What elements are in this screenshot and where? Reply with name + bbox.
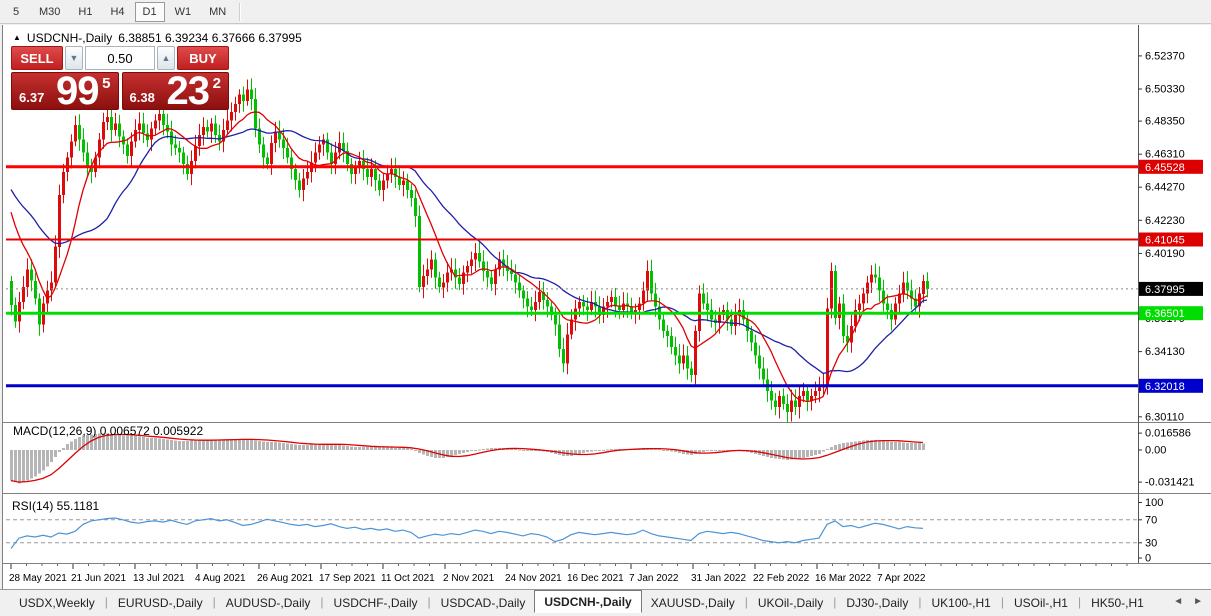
svg-text:6.37995: 6.37995 <box>1145 284 1185 296</box>
symbol-tab-usdcnhdaily[interactable]: USDCNH-,Daily <box>534 590 641 613</box>
symbol-tab-usdcaddaily[interactable]: USDCAD-,Daily <box>432 592 535 613</box>
svg-text:26 Aug 2021: 26 Aug 2021 <box>257 573 314 584</box>
svg-text:6.41045: 6.41045 <box>1145 235 1185 247</box>
svg-text:28 May 2021: 28 May 2021 <box>9 573 67 584</box>
symbol-tab-usdxweekly[interactable]: USDX,Weekly <box>10 592 104 613</box>
svg-text:6.34130: 6.34130 <box>1145 346 1185 358</box>
svg-text:16 Dec 2021: 16 Dec 2021 <box>567 573 624 584</box>
volume-decrease-button[interactable]: ▼ <box>65 46 83 70</box>
timeframe-button-mn[interactable]: MN <box>201 2 234 22</box>
svg-text:11 Oct 2021: 11 Oct 2021 <box>381 573 435 584</box>
candles-layer <box>10 78 929 422</box>
rsi-layer <box>6 518 1138 549</box>
svg-text:24 Nov 2021: 24 Nov 2021 <box>505 573 562 584</box>
tab-scroll-right-icon[interactable]: ► <box>1193 596 1203 607</box>
svg-text:6.45528: 6.45528 <box>1145 162 1185 174</box>
svg-text:0.016586: 0.016586 <box>1145 428 1191 440</box>
symbol-tab-dj30daily[interactable]: DJ30-,Daily <box>837 592 917 613</box>
volume-input[interactable] <box>85 46 155 70</box>
svg-text:0.00: 0.00 <box>1145 445 1166 457</box>
svg-text:70: 70 <box>1145 514 1157 526</box>
indicator-axes: 0.016586 0.00 -0.031421 100 70 30 0 <box>1138 428 1195 565</box>
svg-text:6.52370: 6.52370 <box>1145 50 1185 62</box>
buy-price-display[interactable]: 6.38 23 2 <box>122 72 230 110</box>
symbol-tab-ukoildaily[interactable]: UKOil-,Daily <box>749 592 832 613</box>
svg-text:6.46310: 6.46310 <box>1145 149 1185 161</box>
date-axis: 28 May 2021 21 Jun 2021 13 Jul 2021 4 Aug 2… <box>9 564 1127 584</box>
symbol-tab-usdchfdaily[interactable]: USDCHF-,Daily <box>325 592 427 613</box>
chart-ohlc-values: 6.38851 6.39234 6.37666 6.37995 <box>118 31 302 45</box>
price-levels-layer <box>6 167 1138 386</box>
svg-text:6.36501: 6.36501 <box>1145 308 1185 320</box>
svg-text:30: 30 <box>1145 537 1157 549</box>
symbol-tab-uk100h1[interactable]: UK100-,H1 <box>922 592 999 613</box>
svg-text:6.50330: 6.50330 <box>1145 84 1185 96</box>
svg-text:6.40190: 6.40190 <box>1145 248 1185 260</box>
svg-text:2 Nov 2021: 2 Nov 2021 <box>443 573 495 584</box>
volume-increase-button[interactable]: ▲ <box>157 46 175 70</box>
sell-price-prefix: 6.37 <box>19 90 44 105</box>
timeframe-button-5[interactable]: 5 <box>3 2 29 22</box>
svg-text:21 Jun 2021: 21 Jun 2021 <box>71 573 126 584</box>
svg-text:0: 0 <box>1145 553 1151 565</box>
timeframe-button-d1[interactable]: D1 <box>135 2 165 22</box>
macd-indicator-label: MACD(12,26,9) 0.006572 0.005922 <box>13 424 203 438</box>
buy-price-main: 23 <box>167 72 210 110</box>
svg-text:16 Mar 2022: 16 Mar 2022 <box>815 573 872 584</box>
trading-app-window: 5M30H1H4D1W1MN 6.523706.503306.483506.46… <box>0 0 1211 616</box>
sell-button[interactable]: SELL <box>11 46 63 70</box>
tab-scroll-controls: ◄► <box>1173 596 1203 607</box>
one-click-trading-panel: SELL ▼ ▲ BUY 6.37 99 5 6.38 23 2 <box>11 46 229 110</box>
svg-text:6.44270: 6.44270 <box>1145 182 1185 194</box>
timeframe-button-m30[interactable]: M30 <box>31 2 68 22</box>
collapse-icon[interactable]: ▲ <box>13 33 21 42</box>
toolbar-separator <box>239 3 240 21</box>
symbol-tab-audusddaily[interactable]: AUDUSD-,Daily <box>217 592 320 613</box>
svg-text:-0.031421: -0.031421 <box>1145 477 1195 489</box>
timeframe-button-h4[interactable]: H4 <box>102 2 132 22</box>
svg-text:31 Jan 2022: 31 Jan 2022 <box>691 573 746 584</box>
svg-text:4 Aug 2021: 4 Aug 2021 <box>195 573 246 584</box>
svg-text:22 Feb 2022: 22 Feb 2022 <box>753 573 810 584</box>
chart-title: USDCNH-,Daily <box>27 31 112 45</box>
buy-button[interactable]: BUY <box>177 46 229 70</box>
symbol-tab-bar: USDX,Weekly|EURUSD-,Daily|AUDUSD-,Daily|… <box>0 589 1211 613</box>
symbol-tab-hk50h1[interactable]: HK50-,H1 <box>1082 592 1153 613</box>
chart-header: ▲ USDCNH-,Daily 6.38851 6.39234 6.37666 … <box>13 31 302 45</box>
svg-text:7 Jan 2022: 7 Jan 2022 <box>629 573 679 584</box>
symbol-tab-xauusddaily[interactable]: XAUUSD-,Daily <box>642 592 744 613</box>
moving-averages-layer <box>11 112 927 402</box>
svg-text:6.32018: 6.32018 <box>1145 381 1185 393</box>
buy-price-pip: 2 <box>213 75 221 92</box>
symbol-tab-eurusddaily[interactable]: EURUSD-,Daily <box>109 592 212 613</box>
buy-price-prefix: 6.38 <box>130 90 155 105</box>
sell-price-pip: 5 <box>102 75 110 92</box>
tab-scroll-left-icon[interactable]: ◄ <box>1173 596 1183 607</box>
svg-text:6.42230: 6.42230 <box>1145 215 1185 227</box>
timeframe-button-w1[interactable]: W1 <box>167 2 200 22</box>
svg-text:100: 100 <box>1145 497 1163 509</box>
sell-price-main: 99 <box>56 72 99 110</box>
symbol-tab-usoilh1[interactable]: USOil-,H1 <box>1005 592 1077 613</box>
svg-text:6.48350: 6.48350 <box>1145 116 1185 128</box>
rsi-indicator-label: RSI(14) 55.1181 <box>12 499 99 513</box>
svg-text:13 Jul 2021: 13 Jul 2021 <box>133 573 185 584</box>
svg-text:7 Apr 2022: 7 Apr 2022 <box>877 573 926 584</box>
macd-layer <box>10 434 925 484</box>
timeframe-toolbar: 5M30H1H4D1W1MN <box>0 0 1211 24</box>
sell-price-display[interactable]: 6.37 99 5 <box>11 72 119 110</box>
chart-window: 6.52370 6.50330 6.48350 6.46310 6.44270 6.422… <box>2 25 1211 589</box>
timeframe-button-h1[interactable]: H1 <box>70 2 100 22</box>
svg-text:6.30110: 6.30110 <box>1145 411 1184 423</box>
svg-text:17 Sep 2021: 17 Sep 2021 <box>319 573 376 584</box>
